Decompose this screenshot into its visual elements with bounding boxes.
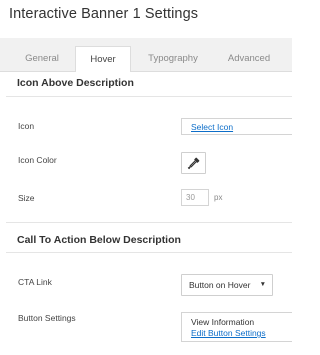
size-input[interactable]: 30 bbox=[181, 189, 209, 206]
tab-advanced[interactable]: Advanced bbox=[215, 46, 283, 73]
cta-link-value: Button on Hover bbox=[189, 280, 251, 290]
section-divider bbox=[6, 222, 292, 223]
size-label: Size bbox=[18, 193, 35, 203]
caret-down-icon: ▼ bbox=[259, 281, 266, 288]
button-settings-summary: View Information bbox=[191, 317, 255, 327]
icon-label: Icon bbox=[18, 121, 35, 131]
section-divider bbox=[6, 252, 292, 253]
tab-typography[interactable]: Typography bbox=[139, 46, 207, 73]
size-unit: px bbox=[214, 193, 223, 202]
cta-link-label: CTA Link bbox=[18, 277, 52, 287]
dialog-title: Interactive Banner 1 Settings bbox=[9, 6, 199, 22]
section-title-cta: Call To Action Below Description bbox=[17, 234, 181, 246]
icon-color-picker[interactable] bbox=[181, 152, 206, 174]
dialog-header: Interactive Banner 1 Settings bbox=[0, 0, 292, 38]
cta-link-select[interactable]: Button on Hover ▼ bbox=[181, 274, 273, 296]
icon-color-label: Icon Color bbox=[18, 155, 57, 165]
tab-bar: General Hover Typography Advanced bbox=[0, 38, 292, 73]
section-divider bbox=[6, 96, 292, 97]
tab-hover[interactable]: Hover bbox=[75, 46, 131, 73]
edit-button-settings-link[interactable]: Edit Button Settings bbox=[191, 328, 266, 338]
icon-selector[interactable]: Select Icon bbox=[181, 118, 292, 135]
select-icon-link[interactable]: Select Icon bbox=[191, 122, 233, 132]
tab-general[interactable]: General bbox=[14, 46, 70, 73]
section-title-icon: Icon Above Description bbox=[17, 77, 134, 89]
button-settings-label: Button Settings bbox=[18, 313, 76, 323]
eyedropper-icon bbox=[187, 157, 200, 170]
button-settings-box[interactable]: View Information Edit Button Settings bbox=[181, 312, 292, 342]
